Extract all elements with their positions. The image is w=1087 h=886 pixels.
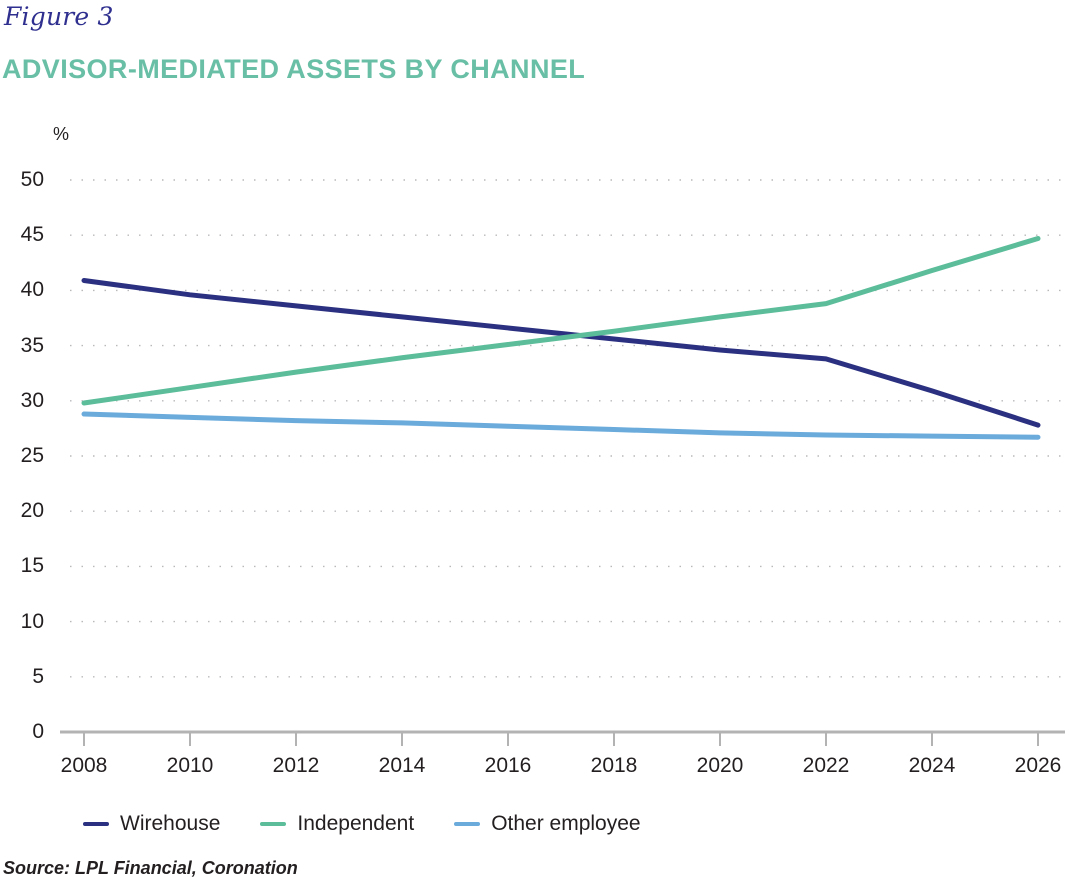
legend-item-other-employee[interactable]: Other employee [454,812,641,836]
y-axis-tick-label: 50 [20,168,44,191]
chart-legend: Wirehouse Independent Other employee [83,812,641,836]
y-axis-tick-label: 20 [20,499,44,523]
y-axis-tick-label: 0 [32,720,44,743]
legend-item-label: Wirehouse [120,812,221,835]
chart-plot-area: % 0 5 10 15 20 25 30 35 40 45 50 2008 2010 2012 2014 2… [0,0,1087,886]
x-axis-tick-label: 2026 [1014,754,1062,777]
x-axis-tick-label: 2020 [696,754,744,777]
legend-line-swatch-icon [260,822,287,826]
series-line-wirehouse [81,277,1041,428]
x-axis-tick-label: 2022 [802,754,850,777]
y-axis-tick-label: 5 [32,664,44,688]
legend-item-label: Other employee [491,812,641,835]
x-axis-tick-label: 2010 [166,754,214,777]
legend-item-label: Independent [297,812,415,835]
y-axis-tick-label: 25 [20,444,44,467]
legend-line-swatch-icon [454,822,481,826]
y-axis-unit-label: % [53,124,70,144]
data-series-group [81,236,1041,440]
legend-line-swatch-icon [83,822,109,826]
y-axis-tick-label: 45 [20,223,44,247]
legend-item-wirehouse[interactable]: Wirehouse [83,812,220,836]
x-axis-ticks-group [83,732,1039,746]
x-axis-tick-label: 2024 [908,754,956,777]
x-axis-tick-label: 2012 [272,754,320,777]
y-axis-tick-label: 30 [20,388,44,412]
series-line-other-employee [81,411,1041,440]
figure-container: Figure 3 ADVISOR-MEDIATED ASSETS BY CHAN… [0,0,1087,886]
x-axis-tick-label: 2008 [60,754,108,777]
x-axis-tick-label: 2018 [590,754,638,777]
y-axis-tick-label: 35 [20,333,44,357]
x-axis-tick-label: 2016 [484,754,532,777]
y-axis-tick-label: 15 [20,554,44,578]
x-axis-tick-label: 2014 [378,754,426,777]
y-axis-tick-label: 40 [20,278,44,302]
y-axis-tick-label: 10 [20,609,44,633]
legend-item-independent[interactable]: Independent [260,812,414,836]
source-note: Source: LPL Financial, Coronation [3,858,298,878]
